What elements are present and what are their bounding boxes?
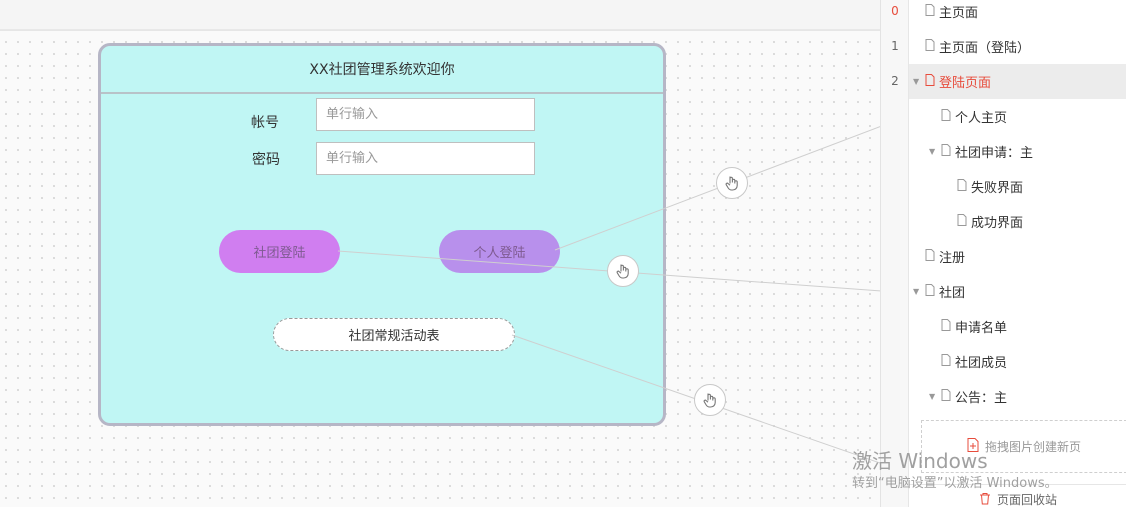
personal-login-button[interactable]: 个人登陆 <box>439 230 560 273</box>
document-icon <box>941 143 951 160</box>
page-index: 1 <box>891 39 899 53</box>
account-input[interactable] <box>316 98 535 131</box>
tree-item-main-page[interactable]: 主页面 <box>909 0 1126 29</box>
canvas-toolbar <box>0 0 880 30</box>
tree-item-label: 主页面 <box>939 6 979 21</box>
tree-item-club[interactable]: ▼ 社团 <box>909 274 1126 309</box>
trash-icon <box>979 492 991 507</box>
canvas-divider <box>0 30 880 31</box>
tree-item-failure-page[interactable]: 失败界面 <box>909 169 1126 204</box>
tree-item-label: 主页面（登陆） <box>939 41 1031 56</box>
tree-item-label: 社团申请：主 <box>955 146 1034 161</box>
tree-item-label: 社团 <box>939 286 966 301</box>
document-icon <box>957 178 967 195</box>
tree-item-personal-home[interactable]: 个人主页 <box>909 99 1126 134</box>
recycle-bin-label: 页面回收站 <box>996 493 1057 507</box>
document-icon <box>925 248 935 265</box>
tree-item-main-page-login[interactable]: 主页面（登陆） <box>909 29 1126 64</box>
page-index: 2 <box>891 74 899 88</box>
tree-item-label: 成功界面 <box>971 216 1024 231</box>
tree-item-register[interactable]: 注册 <box>909 239 1126 274</box>
login-page-title: XX社团管理系统欢迎你 <box>101 46 663 94</box>
caret-down-icon[interactable]: ▼ <box>913 287 923 296</box>
tree-item-label: 社团成员 <box>955 356 1008 371</box>
document-icon <box>925 73 935 90</box>
tree-item-club-members[interactable]: 社团成员 <box>909 344 1126 379</box>
tree-item-application-list[interactable]: 申请名单 <box>909 309 1126 344</box>
password-input[interactable] <box>316 142 535 175</box>
tree-item-announcement[interactable]: ▼ 公告：主 <box>909 379 1126 414</box>
hand-pointer-icon[interactable] <box>716 167 748 199</box>
document-icon <box>941 108 951 125</box>
club-login-button[interactable]: 社团登陆 <box>219 230 340 273</box>
page-index: 0 <box>891 4 899 18</box>
tree-item-label: 公告：主 <box>955 391 1008 406</box>
tree-item-label: 注册 <box>939 251 966 266</box>
drop-zone-label: 拖拽图片创建新页 <box>984 440 1081 454</box>
tree-item-success-page[interactable]: 成功界面 <box>909 204 1126 239</box>
tree-item-label: 个人主页 <box>955 111 1008 126</box>
activity-schedule-button[interactable]: 社团常规活动表 <box>273 318 515 351</box>
document-icon <box>925 3 935 20</box>
recycle-bin-button[interactable]: 页面回收站 <box>909 484 1126 507</box>
document-icon <box>941 353 951 370</box>
caret-down-icon[interactable]: ▼ <box>929 147 939 156</box>
login-page-frame[interactable]: XX社团管理系统欢迎你 帐号 密码 社团登陆 个人登陆 社团常规活动表 <box>98 43 666 426</box>
design-canvas[interactable]: XX社团管理系统欢迎你 帐号 密码 社团登陆 个人登陆 社团常规活动表 <box>0 0 880 507</box>
document-icon <box>941 318 951 335</box>
hand-pointer-icon[interactable] <box>694 384 726 416</box>
document-icon <box>925 38 935 55</box>
page-tree-panel: 0 1 2 主页面 主页面（登陆） ▼ 登陆页面 个人主页 ▼ 社团申请：主 失… <box>880 0 1126 507</box>
tree-item-label: 失败界面 <box>971 181 1024 196</box>
document-icon <box>957 213 967 230</box>
tree-item-label: 申请名单 <box>955 321 1008 336</box>
page-index-gutter: 0 1 2 <box>881 0 909 507</box>
tree-item-club-application[interactable]: ▼ 社团申请：主 <box>909 134 1126 169</box>
image-add-icon <box>967 438 979 455</box>
document-icon <box>925 283 935 300</box>
password-label: 密码 <box>252 152 280 168</box>
hand-pointer-icon[interactable] <box>607 255 639 287</box>
caret-down-icon[interactable]: ▼ <box>929 392 939 401</box>
account-label: 帐号 <box>251 115 279 131</box>
caret-down-icon[interactable]: ▼ <box>913 77 923 86</box>
tree-item-label: 登陆页面 <box>939 76 992 91</box>
tree-item-login-page[interactable]: ▼ 登陆页面 <box>909 64 1126 99</box>
image-drop-zone[interactable]: 拖拽图片创建新页 <box>921 420 1126 473</box>
document-icon <box>941 388 951 405</box>
